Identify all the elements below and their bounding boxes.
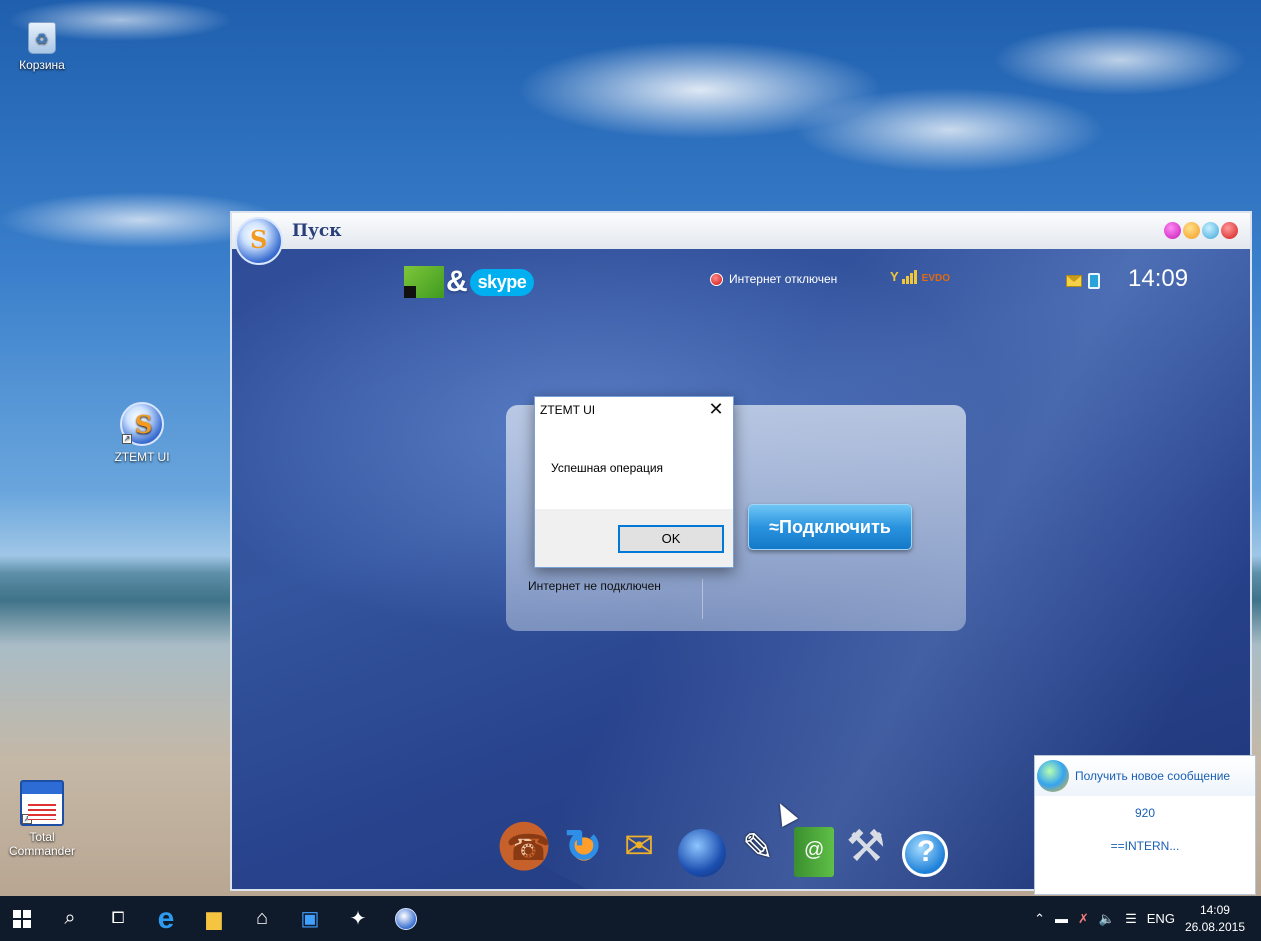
- language-indicator[interactable]: ENG: [1147, 911, 1175, 926]
- brand-ampersand: &: [446, 265, 468, 298]
- notification-header: Получить новое сообщение: [1035, 756, 1255, 796]
- recycle-bin-label: Корзина: [19, 58, 65, 72]
- ztemt-desktop-shortcut[interactable]: ↗ ZTEMT UI: [102, 402, 182, 464]
- search-icon[interactable]: ⌕: [50, 896, 90, 941]
- start-icon: [13, 909, 31, 928]
- network-type-label: EVDO: [921, 273, 951, 284]
- dialog-message: Успешная операция: [551, 461, 664, 475]
- sim-card-icon: [1088, 273, 1100, 289]
- status-red-dot-icon: [710, 272, 723, 286]
- total-commander-shortcut[interactable]: ↗ Total Commander: [2, 780, 82, 858]
- globe-icon[interactable]: [678, 829, 726, 877]
- help-icon[interactable]: [902, 831, 948, 877]
- total-commander-icon: ↗: [20, 780, 64, 826]
- sms-envelope-icon[interactable]: [1066, 275, 1082, 287]
- window-controls: [1164, 222, 1238, 239]
- volume-icon[interactable]: 🔈: [1099, 911, 1115, 927]
- operator-logo-icon: [404, 266, 444, 298]
- sync-icon[interactable]: [558, 819, 610, 877]
- contacts-book-icon[interactable]: [794, 827, 834, 877]
- shortcut-arrow-icon: ↗: [122, 434, 132, 444]
- close-dot[interactable]: [1221, 222, 1238, 239]
- edge-icon[interactable]: e: [146, 896, 186, 941]
- recycle-bin-shortcut[interactable]: Корзина: [2, 22, 82, 72]
- notification-sender: 920: [1134, 806, 1156, 820]
- connection-status-label: Интернет не подключен: [528, 579, 661, 593]
- phone-icon[interactable]: [498, 821, 551, 877]
- system-tray: ⌃ ▬ ✗ 🔈 ☰ ENG 14:09 26.08.2015: [1029, 896, 1261, 941]
- notification-logo-icon: [1037, 760, 1069, 792]
- notification-title: Получить новое сообщение: [1075, 769, 1231, 783]
- tools-icon[interactable]: [842, 821, 894, 877]
- action-center-icon[interactable]: ☰: [1125, 911, 1137, 927]
- ztemt-icon[interactable]: [386, 896, 426, 941]
- chevron-up-icon[interactable]: ⌃: [1034, 911, 1045, 927]
- dialog-footer: OK: [535, 509, 733, 567]
- maximize-dot[interactable]: [1202, 222, 1219, 239]
- ztemt-app-icon: ↗: [120, 402, 164, 446]
- restore-dot[interactable]: [1183, 222, 1200, 239]
- antenna-icon: Y: [890, 269, 899, 284]
- internet-status-label: Интернет отключен: [729, 272, 838, 286]
- signal-strength: Y EVDO: [890, 269, 950, 284]
- note-icon[interactable]: [734, 821, 786, 877]
- sms-notification[interactable]: Получить новое сообщение 920 ==INTERN...: [1034, 755, 1256, 895]
- ok-button[interactable]: OK: [618, 525, 724, 553]
- clock-time: 14:09: [1199, 902, 1230, 917]
- file-explorer-icon[interactable]: ▆: [194, 896, 234, 941]
- photos-icon[interactable]: ▣: [290, 896, 330, 941]
- recycle-bin-icon: [28, 22, 56, 54]
- store-icon[interactable]: ⌂: [242, 896, 282, 941]
- battery-icon[interactable]: ▬: [1055, 911, 1068, 926]
- skype-brand-logo: & skype: [404, 265, 535, 299]
- clock-date: 26.08.2015: [1184, 919, 1245, 934]
- network-icon[interactable]: ✗: [1078, 911, 1089, 927]
- total-commander-label: Total Commander: [8, 830, 76, 858]
- flash-icon[interactable]: ✦: [338, 896, 378, 941]
- dialog-close-icon[interactable]: ✕: [705, 399, 727, 420]
- app-clock: 14:09: [1128, 265, 1189, 292]
- dialog-title: ZTEMT UI: [540, 403, 596, 417]
- shortcut-arrow-icon: ↗: [22, 814, 32, 824]
- ztemt-logo-icon: [235, 217, 283, 265]
- start-button[interactable]: [2, 896, 42, 941]
- minimize-dot[interactable]: [1164, 222, 1181, 239]
- notification-preview: ==INTERN...: [1110, 839, 1180, 853]
- panel-divider: [702, 579, 703, 619]
- mailbox-icon[interactable]: [618, 821, 670, 877]
- app-titlebar[interactable]: Пуск: [232, 213, 1250, 265]
- taskbar-clock[interactable]: 14:09 26.08.2015: [1185, 902, 1245, 936]
- connect-button[interactable]: ≈Подключить: [748, 504, 912, 550]
- app-dock: [498, 819, 948, 877]
- task-view-icon[interactable]: ⧠: [98, 896, 138, 941]
- ztemt-taskbar-orb: [395, 907, 417, 930]
- app-title: Пуск: [292, 221, 342, 241]
- taskbar: ⌕ ⧠ e ▆ ⌂ ▣ ✦ ⌃ ▬ ✗ 🔈 ☰ ENG 14:09 26.08.…: [0, 896, 1261, 941]
- connect-button-label: ≈Подключить: [769, 516, 891, 537]
- skype-logo: skype: [469, 268, 535, 296]
- message-dialog: ZTEMT UI ✕ Успешная операция OK: [534, 396, 734, 568]
- ztemt-shortcut-label: ZTEMT UI: [114, 450, 170, 464]
- internet-status: Интернет отключен: [710, 272, 837, 286]
